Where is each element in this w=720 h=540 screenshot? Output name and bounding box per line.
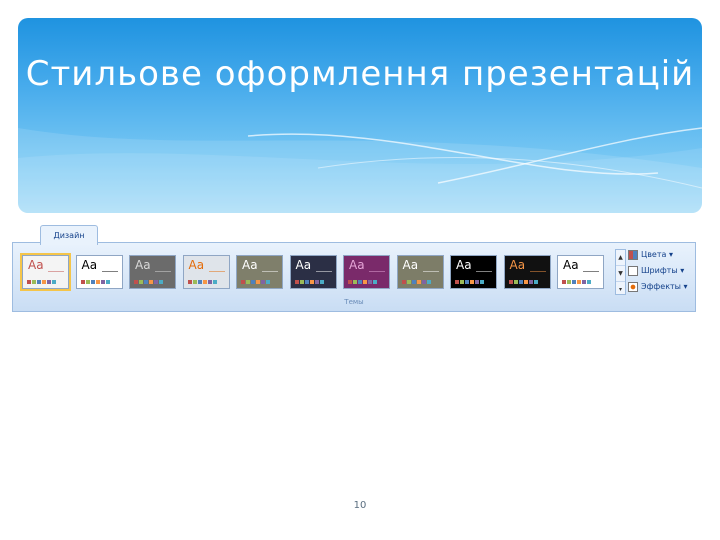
title-banner: Стильове оформлення презентацій [18, 18, 702, 213]
theme-thumbnail[interactable]: Aa [236, 255, 283, 289]
gallery-more-icon[interactable]: ▾ [616, 282, 625, 297]
theme-label: Aa [563, 258, 579, 272]
theme-thumbnail[interactable]: Aa [289, 255, 337, 289]
fonts-option[interactable]: Шрифты ▾ [628, 263, 684, 278]
theme-thumbnail[interactable]: Aa [503, 255, 551, 289]
theme-thumbnail[interactable]: Aa [75, 255, 123, 289]
scroll-down-icon[interactable]: ▼ [616, 266, 625, 282]
slide-title: Стильове оформлення презентацій [25, 54, 695, 94]
theme-label: Aa [456, 258, 472, 272]
theme-thumbnail[interactable]: Aa [20, 253, 71, 291]
theme-thumbnail[interactable]: Aa [182, 255, 230, 289]
theme-label: Aa [28, 258, 44, 272]
scroll-up-icon[interactable]: ▲ [616, 250, 625, 266]
colors-icon [628, 249, 638, 260]
effects-label: Эффекты [641, 282, 681, 291]
ribbon-screenshot: Дизайн Aa Aa Aa Aa Aa Aa Aa Aa Aa Aa Aa ▲ ▼ ▾ Цвет… [12, 222, 696, 312]
theme-label: Aa [81, 258, 98, 272]
gallery-scroll[interactable]: ▲ ▼ ▾ [615, 249, 626, 295]
theme-thumbnail[interactable]: Aa [343, 255, 390, 289]
tab-design[interactable]: Дизайн [40, 225, 98, 245]
theme-label: Aa [242, 258, 258, 272]
fonts-label: Шрифты [641, 266, 678, 275]
theme-label: Aa [295, 258, 312, 272]
group-label: Темы [344, 298, 364, 306]
theme-thumbnail[interactable]: Aa [129, 255, 176, 289]
theme-thumbnail[interactable]: Aa [450, 255, 497, 289]
effects-option[interactable]: Эффекты ▾ [628, 279, 688, 294]
effects-icon [628, 281, 638, 292]
colors-option[interactable]: Цвета ▾ [628, 247, 673, 262]
colors-label: Цвета [641, 250, 667, 259]
theme-thumbnail[interactable]: Aa [396, 255, 444, 289]
theme-label: Aa [135, 258, 151, 272]
theme-label: Aa [402, 258, 419, 272]
theme-thumbnail[interactable]: Aa [557, 255, 604, 289]
theme-label: Aa [349, 258, 365, 272]
page-number: 10 [353, 500, 367, 511]
fonts-icon [628, 265, 638, 276]
theme-label: Aa [509, 258, 526, 272]
wave-decoration [18, 127, 702, 213]
theme-label: Aa [188, 258, 205, 272]
